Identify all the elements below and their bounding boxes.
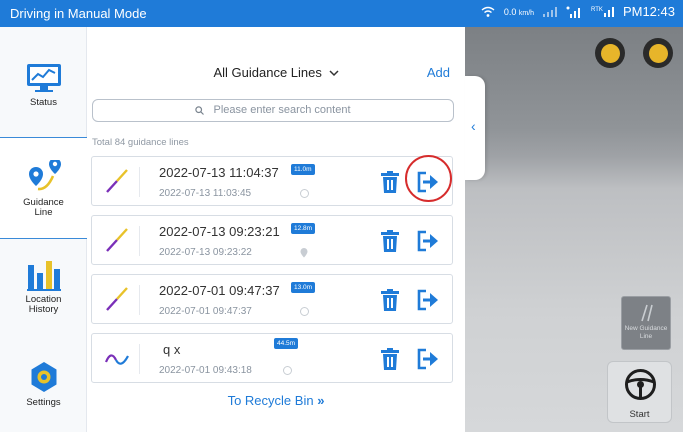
steering-wheel-icon <box>625 369 656 400</box>
width-badge: 44.5m <box>274 338 299 349</box>
nav-item-status[interactable]: Status <box>0 63 87 108</box>
rtk-signal-icon <box>603 6 614 17</box>
width-badge: 13.0m <box>291 282 316 293</box>
camera-view-button[interactable] <box>595 38 625 68</box>
speed-readout: 0.0 km/h <box>504 7 534 17</box>
chevron-down-icon <box>328 70 339 77</box>
clock: PM12:43 <box>622 4 675 19</box>
add-button[interactable]: Add <box>427 65 450 80</box>
item-divider <box>139 285 140 315</box>
nav-item-guidance-line[interactable]: Guidance Line <box>0 137 87 239</box>
item-date: 2022-07-01 09:47:37 <box>159 306 252 317</box>
export-icon[interactable] <box>417 289 439 311</box>
start-button[interactable]: Start <box>607 361 672 423</box>
recycle-bin-label: To Recycle Bin <box>227 393 314 408</box>
item-divider <box>139 226 140 256</box>
item-date: 2022-07-01 09:43:18 <box>159 365 252 376</box>
mode-title: Driving in Manual Mode <box>10 6 147 21</box>
rtk-label: RTK <box>591 6 603 13</box>
start-label: Start <box>629 409 650 420</box>
collapse-panel-tab[interactable]: ‹ <box>465 76 485 180</box>
speed-value: 0.0 <box>503 6 517 17</box>
rtk-indicator: RTK <box>591 6 614 17</box>
gear-icon <box>31 362 56 392</box>
trash-icon[interactable] <box>380 348 400 370</box>
new-line-icon <box>641 304 653 322</box>
curve-line-icon <box>104 354 129 365</box>
item-divider <box>139 167 140 197</box>
search-placeholder: Please enter search content <box>213 104 351 116</box>
export-icon[interactable] <box>417 230 439 252</box>
trash-icon[interactable] <box>380 230 400 252</box>
bar-chart-icon <box>26 261 61 291</box>
crosshair-icon <box>648 43 668 63</box>
width-badge: 12.8m <box>291 223 316 234</box>
nav-item-location-history[interactable]: Location History <box>0 259 87 315</box>
item-name: 2022-07-13 11:04:37 <box>159 165 279 180</box>
chevron-left-icon: ‹ <box>471 118 476 134</box>
dropdown-label: All Guidance Lines <box>213 65 322 80</box>
straight-line-icon <box>106 228 128 252</box>
wifi-icon <box>481 6 495 18</box>
locate-button[interactable] <box>643 38 673 68</box>
search-icon <box>195 105 205 115</box>
nav-item-settings[interactable]: Settings <box>0 361 87 408</box>
location-pin-icon <box>300 248 308 258</box>
straight-line-icon <box>106 169 128 193</box>
recycle-bin-link[interactable]: To Recycle Bin » <box>88 393 464 408</box>
new-guidance-line-button[interactable]: New Guidance Line <box>621 296 671 350</box>
guidance-line-item[interactable]: q x 44.5m 2022-07-01 09:43:18 <box>91 333 453 383</box>
item-name: 2022-07-01 09:47:37 <box>159 283 280 298</box>
speed-unit: km/h <box>518 9 535 17</box>
globe-icon <box>300 189 309 198</box>
nav-label-status: Status <box>30 97 57 108</box>
status-bar: Driving in Manual Mode 0.0 km/h RTK PM12… <box>0 0 683 27</box>
total-count: Total 84 guidance lines <box>92 137 189 148</box>
nav-label-settings: Settings <box>26 397 61 408</box>
item-date: 2022-07-13 11:03:45 <box>159 188 252 199</box>
highlight-circle <box>405 155 452 202</box>
guidance-line-item[interactable]: 2022-07-01 09:47:37 13.0m 2022-07-01 09:… <box>91 274 453 324</box>
item-divider <box>139 344 140 374</box>
double-chevron-right-icon: » <box>317 393 325 408</box>
guidance-line-panel: All Guidance Lines Add Please enter sear… <box>88 27 464 432</box>
trash-icon[interactable] <box>380 171 400 193</box>
globe-icon <box>300 307 309 316</box>
item-name: 2022-07-13 09:23:21 <box>159 224 280 239</box>
left-nav: Status Guidance Line Location History Se… <box>0 27 87 432</box>
nav-label-guidance-line: Guidance Line <box>23 197 64 218</box>
item-date: 2022-07-13 09:23:22 <box>159 247 252 258</box>
guidance-filter-dropdown[interactable]: All Guidance Lines <box>88 65 464 80</box>
guidance-line-icon <box>28 160 61 191</box>
camera-icon <box>600 43 620 63</box>
guidance-line-item[interactable]: 2022-07-13 09:23:21 12.8m 2022-07-13 09:… <box>91 215 453 265</box>
width-badge: 11.0m <box>291 164 315 175</box>
trash-icon[interactable] <box>380 289 400 311</box>
signal-bars-icon <box>543 6 558 17</box>
nav-label-location-history: Location History <box>25 294 62 315</box>
satellite-signal-icon <box>566 6 582 18</box>
globe-icon <box>283 366 292 375</box>
export-icon[interactable] <box>417 348 439 370</box>
straight-line-icon <box>106 287 128 311</box>
monitor-chart-icon <box>26 64 61 92</box>
guidance-line-item[interactable]: 2022-07-13 11:04:37 11.0m 2022-07-13 11:… <box>91 156 453 206</box>
search-input[interactable]: Please enter search content <box>92 99 454 122</box>
new-guidance-line-label: New Guidance Line <box>624 325 668 340</box>
item-name: q x <box>163 342 181 357</box>
